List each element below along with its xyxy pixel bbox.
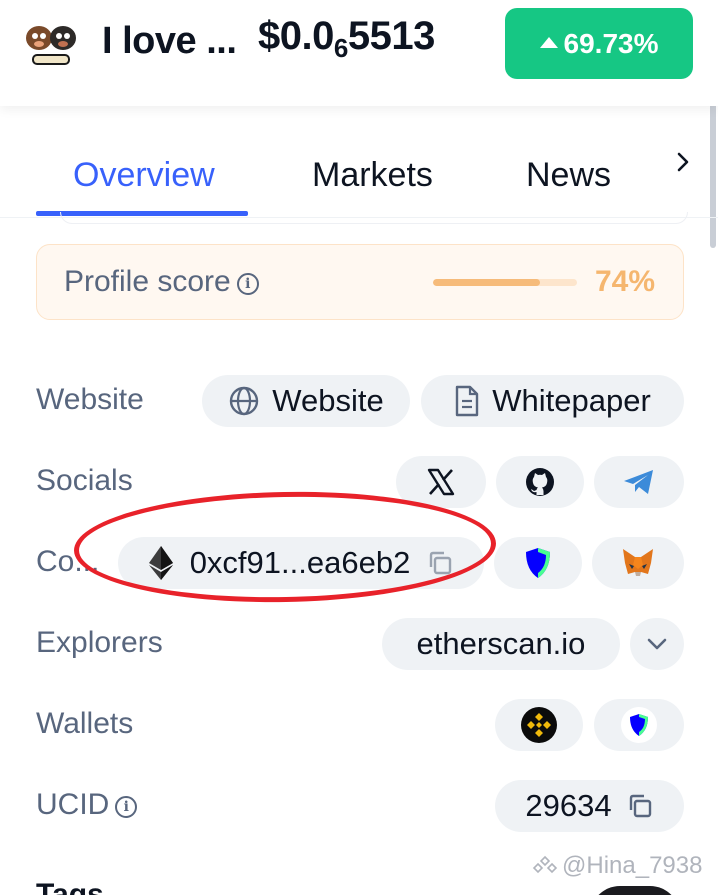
info-icon[interactable]: i: [115, 796, 138, 818]
github-social-button[interactable]: [496, 456, 584, 508]
copy-icon: [629, 794, 651, 818]
trustwallet-button[interactable]: [494, 537, 582, 589]
card-edge: [60, 212, 688, 224]
trustwallet-shield-icon: [526, 548, 550, 578]
price-change-badge: 69.73%: [505, 8, 693, 79]
chevron-down-icon: [647, 638, 667, 650]
watermark-logo-icon: [532, 855, 558, 874]
explorers-label: Explorers: [36, 626, 163, 659]
tags-heading: Tags: [36, 880, 104, 895]
socials-label: Socials: [36, 464, 133, 497]
contracts-label: Co...: [36, 545, 100, 578]
watermark: @Hina_7938: [532, 852, 702, 880]
document-icon: [456, 385, 479, 417]
x-icon: [427, 468, 455, 496]
explorers-dropdown-button[interactable]: [630, 618, 684, 670]
metamask-button[interactable]: [592, 537, 684, 589]
x-social-button[interactable]: [396, 456, 486, 508]
profile-score-card: Profile score i 74%: [36, 244, 684, 320]
trustwallet-wallet-button[interactable]: [594, 699, 684, 751]
up-triangle-icon: [539, 37, 558, 48]
floating-button-edge[interactable]: [590, 886, 680, 895]
tab-overview[interactable]: Overview: [73, 156, 215, 195]
explorer-link-button[interactable]: etherscan.io: [382, 618, 620, 670]
telegram-social-button[interactable]: [594, 456, 684, 508]
binance-wallet-button[interactable]: [495, 699, 583, 751]
coin-header: I love ... $0.065513 69.73%: [0, 0, 718, 106]
wallets-label: Wallets: [36, 707, 134, 740]
coin-name: I love ...: [102, 20, 237, 62]
telegram-icon: [624, 470, 653, 494]
ucid-copy-button[interactable]: 29634: [495, 780, 684, 832]
website-link-button[interactable]: Website: [202, 375, 410, 427]
ucid-value: 29634: [525, 788, 612, 823]
contract-address-button[interactable]: 0xcf91...ea6eb2: [118, 537, 484, 589]
tab-bar: Overview Markets News: [0, 140, 718, 218]
tab-news[interactable]: News: [526, 156, 611, 195]
profile-score-value: 74%: [595, 265, 656, 298]
ethereum-icon: [148, 546, 173, 580]
coin-logo: [26, 26, 76, 65]
contract-address: 0xcf91...ea6eb2: [189, 545, 411, 580]
profile-score-bar-fill: [433, 279, 540, 286]
profile-score-bar: [433, 279, 577, 286]
ucid-label: UCID i: [36, 788, 138, 822]
whitepaper-link-button[interactable]: Whitepaper: [421, 375, 684, 427]
coin-price: $0.065513: [258, 14, 435, 63]
metamask-fox-icon: [623, 549, 653, 576]
copy-icon[interactable]: [426, 549, 454, 577]
chevron-right-icon[interactable]: [672, 148, 694, 176]
binance-web3-wallet-icon: [521, 707, 557, 743]
github-icon: [526, 468, 554, 496]
info-icon[interactable]: i: [236, 273, 259, 295]
profile-score-label: Profile score i: [64, 265, 259, 299]
website-label: Website: [36, 383, 144, 416]
globe-icon: [230, 386, 259, 416]
trustwallet-shield-icon: [621, 707, 657, 743]
tab-markets[interactable]: Markets: [312, 156, 433, 195]
